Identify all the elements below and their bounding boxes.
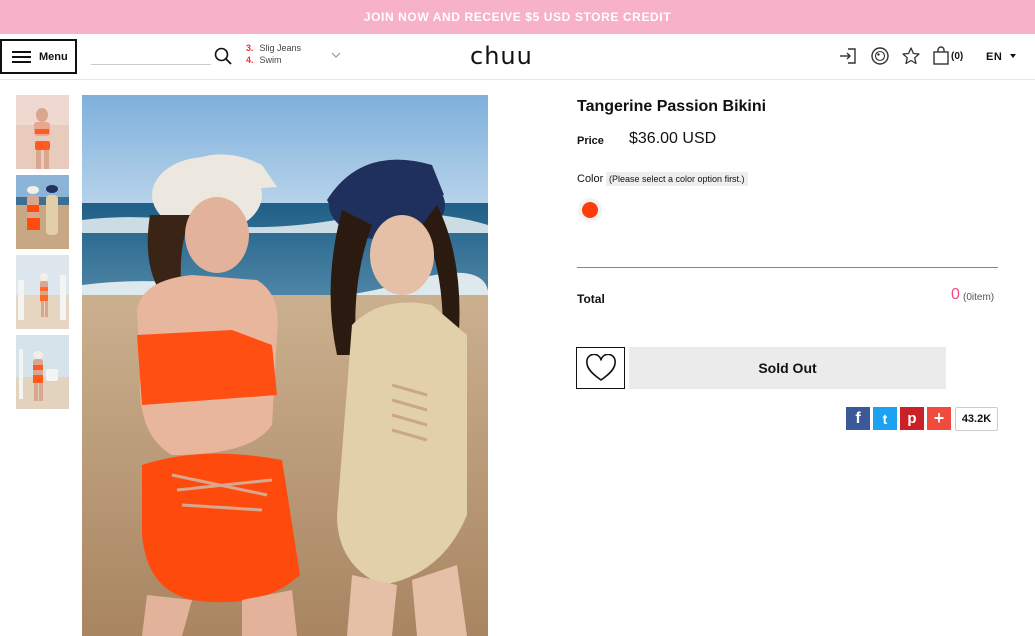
bag-icon[interactable] xyxy=(931,46,951,66)
price-value: $36.00 USD xyxy=(629,130,717,147)
product-title: Tangerine Passion Bikini xyxy=(577,98,767,115)
site-header: Menu 3. Slig Jeans 4. Swim chuu (0) EN xyxy=(0,34,1035,80)
globe-icon[interactable] xyxy=(870,46,890,66)
promo-text: JOIN NOW AND RECEIVE $5 USD STORE CREDIT xyxy=(363,10,672,24)
total-label: Total xyxy=(577,292,605,306)
product-photo xyxy=(82,95,488,636)
more-share-button[interactable]: + xyxy=(927,407,951,430)
wishlist-button[interactable] xyxy=(576,347,625,389)
total-value: 0 xyxy=(951,286,960,303)
thumbnail-1[interactable] xyxy=(16,95,69,169)
facebook-share-button[interactable]: f xyxy=(846,407,870,430)
thumbnail-image xyxy=(16,255,69,329)
thumbnail-image xyxy=(16,95,69,169)
price-label: Price xyxy=(577,135,604,147)
search-icon[interactable] xyxy=(214,47,232,65)
divider xyxy=(577,267,998,268)
cart-count[interactable]: (0) xyxy=(951,51,963,62)
language-selector[interactable]: EN xyxy=(986,51,1002,63)
search-input[interactable] xyxy=(91,48,211,64)
site-logo[interactable]: chuu xyxy=(470,42,533,70)
plus-icon: + xyxy=(933,408,945,428)
main-product-image[interactable] xyxy=(82,95,488,636)
search-suggestions[interactable]: 3. Slig Jeans 4. Swim xyxy=(246,42,316,64)
total-items: (0item) xyxy=(963,292,995,303)
star-icon[interactable] xyxy=(901,46,921,66)
color-swatch-tangerine[interactable] xyxy=(578,198,602,222)
thumbnail-image xyxy=(16,335,69,409)
chevron-down-icon[interactable] xyxy=(331,51,341,59)
color-label: Color xyxy=(577,173,604,185)
promo-banner[interactable]: JOIN NOW AND RECEIVE $5 USD STORE CREDIT xyxy=(0,0,1035,34)
menu-button[interactable]: Menu xyxy=(0,39,77,74)
share-count: 43.2K xyxy=(955,407,998,431)
swatch-fill xyxy=(582,202,598,218)
login-icon[interactable] xyxy=(838,46,858,66)
facebook-icon: f xyxy=(855,409,861,427)
suggestion-item[interactable]: 4. Swim xyxy=(246,54,316,64)
sold-out-button[interactable]: Sold Out xyxy=(629,347,946,389)
caret-down-icon[interactable] xyxy=(1010,54,1016,58)
heart-icon xyxy=(585,354,616,381)
menu-label: Menu xyxy=(39,50,68,63)
thumbnail-4[interactable] xyxy=(16,335,69,409)
thumbnail-2[interactable] xyxy=(16,175,69,249)
pinterest-share-button[interactable]: p xyxy=(900,407,924,430)
thumbnail-image xyxy=(16,175,69,249)
twitter-icon: t xyxy=(882,410,888,427)
search-underline xyxy=(91,64,211,65)
color-hint: (Please select a color option first.) xyxy=(606,172,748,186)
suggestion-item[interactable]: 3. Slig Jeans xyxy=(246,42,316,54)
twitter-share-button[interactable]: t xyxy=(873,407,897,430)
pinterest-icon: p xyxy=(907,410,917,427)
hamburger-icon xyxy=(12,50,31,63)
thumbnail-3[interactable] xyxy=(16,255,69,329)
